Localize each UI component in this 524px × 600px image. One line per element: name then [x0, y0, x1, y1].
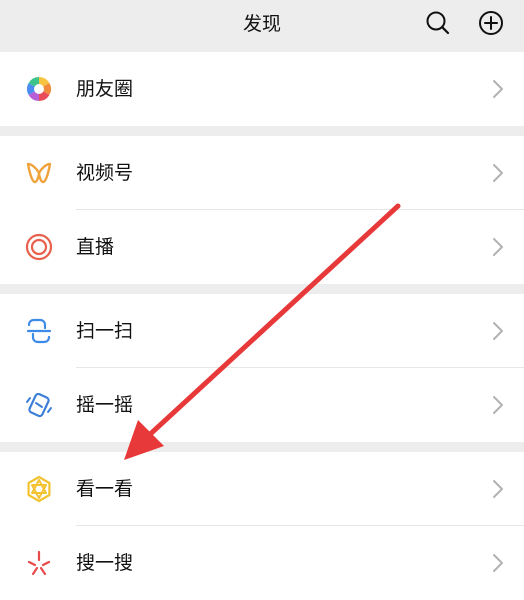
search-icon[interactable] — [423, 8, 453, 38]
chevron-right-icon — [492, 553, 504, 573]
group-discover: 看一看 搜一搜 — [0, 452, 524, 600]
list-item-scan[interactable]: 扫一扫 — [0, 294, 524, 368]
list-item-live[interactable]: 直播 — [0, 210, 524, 284]
list-item-label: 摇一摇 — [76, 394, 134, 416]
list-item-label: 直播 — [76, 236, 115, 258]
list-item-search[interactable]: 搜一搜 — [0, 526, 524, 600]
top-bar: 发现 — [0, 0, 524, 50]
group-channels: 视频号 直播 — [0, 136, 524, 284]
live-ring-icon — [24, 232, 54, 262]
top-stories-icon — [24, 474, 54, 504]
list-item-moments[interactable]: 朋友圈 — [0, 52, 524, 126]
moments-aperture-icon — [24, 74, 54, 104]
scan-icon — [24, 316, 54, 346]
chevron-right-icon — [492, 79, 504, 99]
list-item-channels[interactable]: 视频号 — [0, 136, 524, 210]
chevron-right-icon — [492, 163, 504, 183]
list-item-label: 视频号 — [76, 162, 134, 184]
shake-icon — [24, 390, 54, 420]
group-moments: 朋友圈 — [0, 52, 524, 126]
list-item-label: 朋友圈 — [76, 78, 134, 100]
chevron-right-icon — [492, 479, 504, 499]
chevron-right-icon — [492, 395, 504, 415]
list-item-label: 看一看 — [76, 478, 134, 500]
list-item-shake[interactable]: 摇一摇 — [0, 368, 524, 442]
plus-circle-icon[interactable] — [476, 8, 506, 38]
search-sparkle-icon — [24, 548, 54, 578]
channels-butterfly-icon — [24, 158, 54, 188]
list-item-label: 搜一搜 — [76, 552, 134, 574]
chevron-right-icon — [492, 237, 504, 257]
list-item-top-stories[interactable]: 看一看 — [0, 452, 524, 526]
chevron-right-icon — [492, 321, 504, 341]
group-scan: 扫一扫 摇一摇 — [0, 294, 524, 442]
list-item-label: 扫一扫 — [76, 320, 134, 342]
